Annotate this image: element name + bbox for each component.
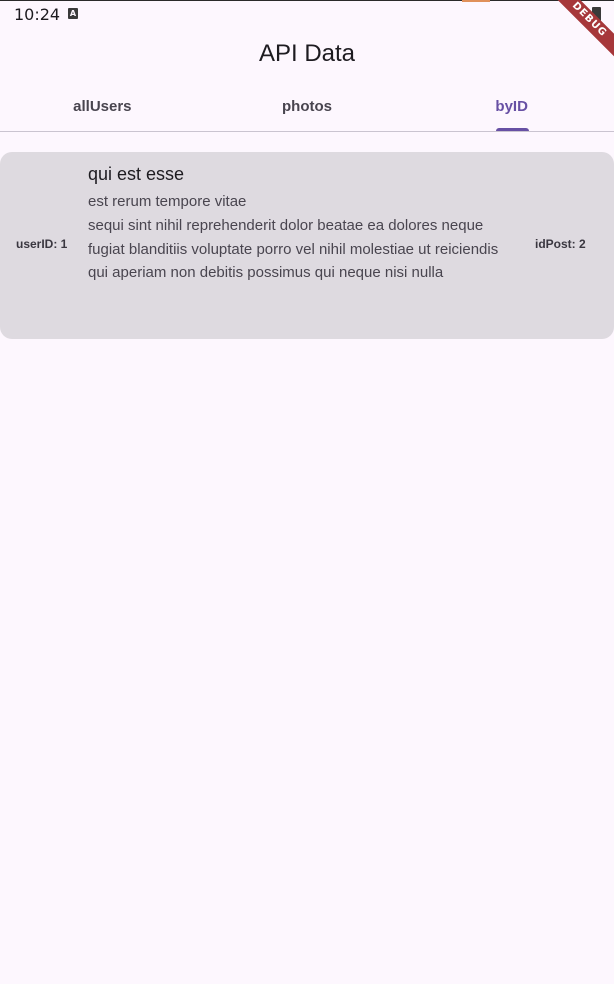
post-list-item[interactable]: userID: 1 qui est esse est rerum tempore… [0,152,614,339]
post-id: idPost: 2 [535,237,586,251]
tab-allusers[interactable]: allUsers [0,86,205,132]
tab-bar: allUsers photos byID [0,86,614,132]
status-time: 10:24 [14,5,61,24]
post-title: qui est esse [88,164,185,184]
status-bar: 10:24 A [0,0,614,28]
app-bar-title: API Data [258,40,356,67]
status-bar-top-line [0,0,614,1]
tab-photos[interactable]: photos [205,86,410,132]
tab-byid[interactable]: byID [409,86,614,132]
post-user-id: userID: 1 [16,237,68,251]
post-body: est rerum tempore vitae sequi sint nihil… [88,193,499,282]
status-notch-mark [462,0,490,2]
tab-bar-divider [0,131,614,132]
notification-a-icon: A [68,8,78,19]
